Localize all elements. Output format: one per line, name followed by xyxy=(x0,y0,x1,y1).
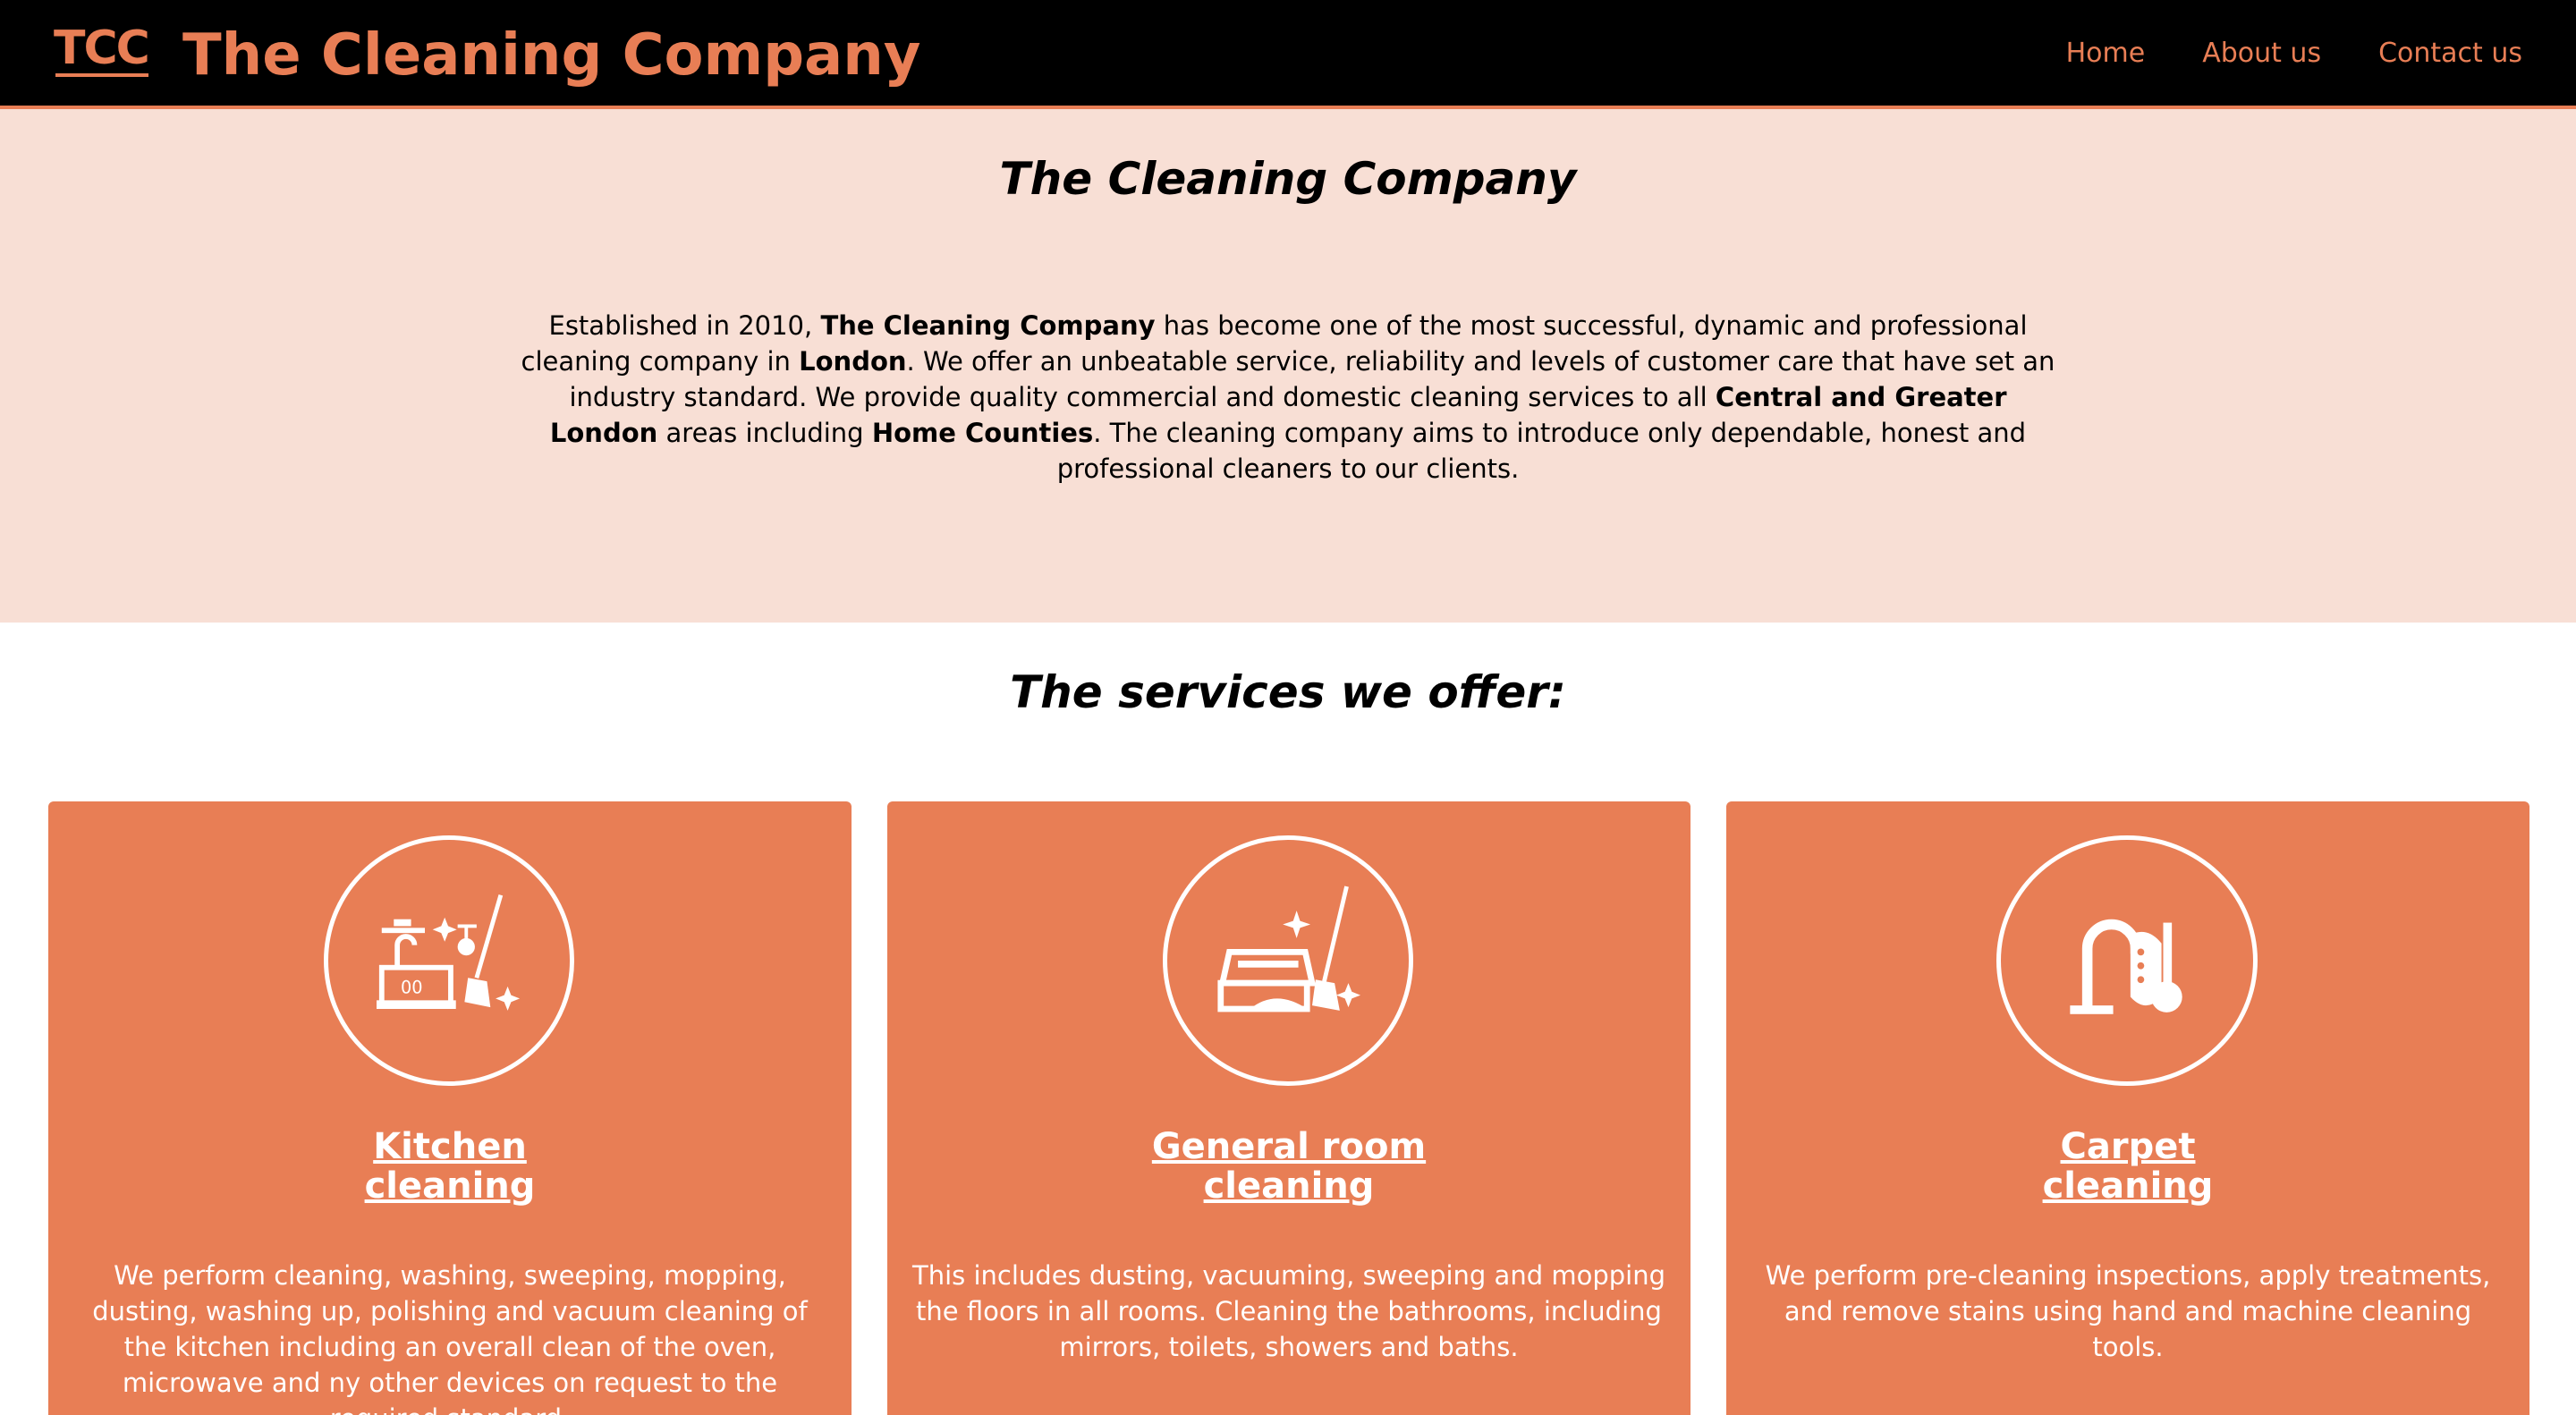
service-card-general-room: General room cleaning This includes dust… xyxy=(887,801,1690,1415)
services-title: The services we offer: xyxy=(1010,666,1566,718)
company-name-bold: The Cleaning Company xyxy=(820,310,1156,341)
vacuum-cleaner-icon xyxy=(1996,835,2258,1086)
intro-paragraph: Established in 2010, The Cleaning Compan… xyxy=(521,310,2055,484)
carpet-cleaning-description: We perform pre-cleaning inspections, app… xyxy=(1765,1260,2491,1362)
service-card-carpet: Carpet cleaning We perform pre-cleaning … xyxy=(1726,801,2529,1415)
top-navbar: TCC The Cleaning Company Home About us C… xyxy=(0,0,2576,109)
service-card-kitchen: 00 Kitchen cleaning We perform cleaning,… xyxy=(48,801,852,1415)
nav-link-home[interactable]: Home xyxy=(2066,36,2146,72)
logo-text: TCC xyxy=(54,21,150,75)
intro-section: The Cleaning Company Established in 2010… xyxy=(0,109,2576,623)
intro-title: The Cleaning Company xyxy=(999,153,1577,205)
logo[interactable]: TCC xyxy=(54,25,150,79)
kitchen-cleaning-description: We perform cleaning, washing, sweeping, … xyxy=(92,1260,808,1415)
nav-link-contact-us[interactable]: Contact us xyxy=(2378,36,2522,72)
logo-underline xyxy=(55,73,148,77)
london-bold: London xyxy=(799,346,907,377)
svg-text:00: 00 xyxy=(401,978,423,998)
main-nav: Home About us Contact us xyxy=(2066,36,2522,72)
general-room-cleaning-description: This includes dusting, vacuuming, sweepi… xyxy=(911,1260,1665,1362)
room-cleaning-icon xyxy=(1163,835,1413,1086)
general-room-cleaning-link[interactable]: General room cleaning xyxy=(887,1127,1690,1206)
carpet-cleaning-link[interactable]: Carpet cleaning xyxy=(1726,1127,2529,1206)
kitchen-cleaning-link[interactable]: Kitchen cleaning xyxy=(48,1127,852,1206)
kitchen-cleaning-icon: 00 xyxy=(324,835,574,1086)
brand-title[interactable]: The Cleaning Company xyxy=(182,20,920,91)
home-counties-bold: Home Counties xyxy=(871,418,1094,448)
nav-link-about-us[interactable]: About us xyxy=(2202,36,2321,72)
